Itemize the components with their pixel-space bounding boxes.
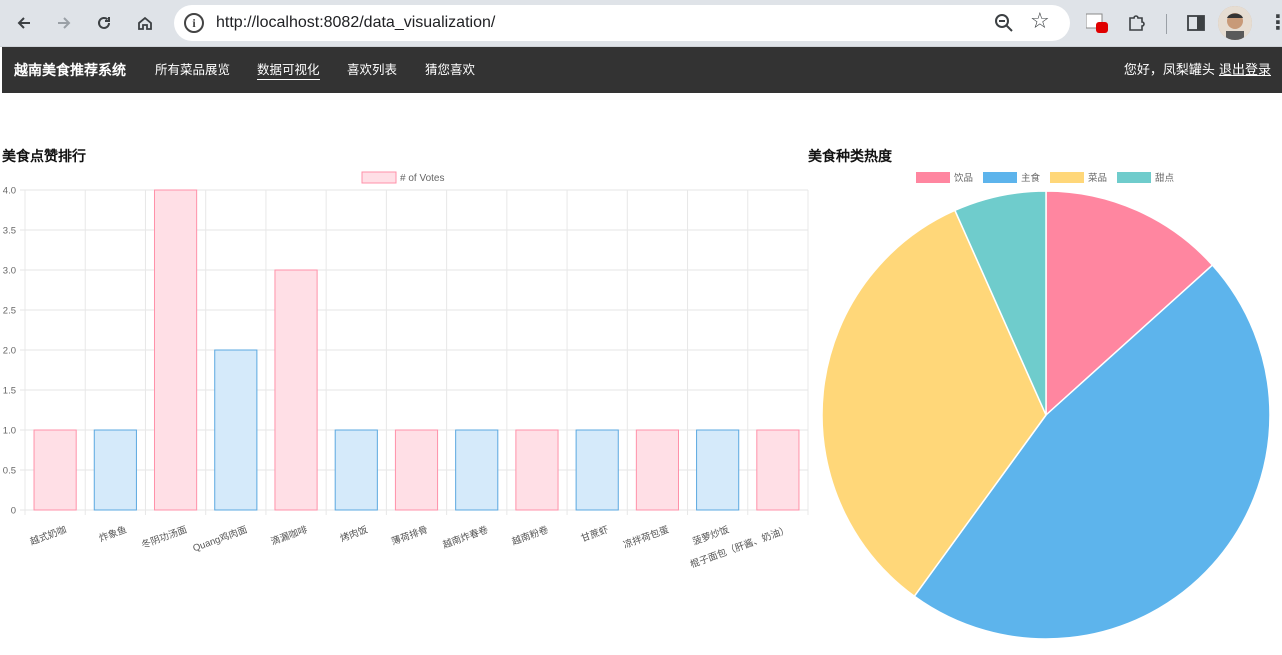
brand-title[interactable]: 越南美食推荐系统 [14,47,126,95]
back-icon[interactable] [10,9,38,37]
y-tick-label: 2.0 [3,346,16,357]
url-text[interactable]: http://localhost:8082/data_visualization… [216,5,495,41]
legend-swatch [983,172,1017,183]
y-tick-label: 0 [11,506,16,517]
y-tick-label: 0.5 [3,466,16,477]
y-tick-label: 4.0 [3,186,16,197]
x-tick-label: 薄荷排骨 [390,524,430,548]
side-panel-icon[interactable] [1186,13,1206,33]
nav-recommendations[interactable]: 猜您喜欢 [425,47,475,93]
y-tick-label: 1.0 [3,426,16,437]
info-icon[interactable]: i [184,13,204,33]
forward-icon[interactable] [50,9,78,37]
browser-menu-icon[interactable]: ⋮ [1268,10,1282,36]
pie-chart-title: 美食种类热度 [808,149,892,165]
bookmark-star-icon[interactable]: ☆ [1030,9,1050,34]
y-tick-label: 2.5 [3,306,16,317]
legend-swatch [916,172,950,183]
bar [33,429,77,511]
legend-swatch [361,171,397,184]
profile-avatar[interactable] [1218,6,1252,40]
x-tick-label: Quang鸡肉面 [191,524,249,555]
bar [515,429,559,511]
reload-icon[interactable] [90,9,118,37]
x-tick-label: 炸象鱼 [97,524,128,545]
legend-swatch [1117,172,1151,183]
x-tick-label: 越南粉卷 [510,523,550,547]
legend-label: 主食 [1021,172,1041,184]
browser-toolbar: i http://localhost:8082/data_visualizati… [0,0,1282,47]
bar [696,429,740,511]
legend-label: # of Votes [400,173,444,184]
bar [153,189,198,511]
x-tick-label: 甘蔗虾 [579,523,610,544]
nav-data-visualization[interactable]: 数据可视化 [257,47,320,93]
x-tick-label: 凉拌荷包蛋 [622,523,671,551]
legend-swatch [1050,172,1084,183]
legend-label: 甜点 [1155,172,1175,184]
x-tick-label: 越式奶咖 [28,524,68,548]
legend-label: 菜品 [1088,172,1107,184]
x-tick-label: 烤肉饭 [338,523,369,544]
nav-favorites[interactable]: 喜欢列表 [347,47,397,93]
pie-chart: 饮品 主食 菜品 甜点 [821,172,1271,640]
bar-chart-title: 美食点赞排行 [2,149,86,165]
home-icon[interactable] [131,9,159,37]
app-navbar: 越南美食推荐系统 所有菜品展览 数据可视化 喜欢列表 猜您喜欢 您好，凤梨罐头 … [2,47,1282,93]
user-greeting: 您好，凤梨罐头 退出登录 [1123,63,1271,78]
x-tick-label: 滴漏咖啡 [269,523,309,547]
x-tick-label: 冬阴功汤面 [140,524,189,552]
bar-chart: # of Votes 0 0.5 1.0 1.5 2.0 2.5 3.0 3.5 4.0 越式奶咖 炸… [3,171,809,571]
y-tick-label: 3.0 [3,266,16,277]
x-tick-label: 棍子面包（肝酱、奶油） [689,524,791,571]
bar [334,429,378,511]
nav-all-dishes[interactable]: 所有菜品展览 [155,47,230,93]
x-tick-label: 越南炸春卷 [441,523,490,551]
bar [93,429,137,511]
bar [274,269,318,511]
extensions-puzzle-icon[interactable] [1126,12,1148,34]
pie-legend: 饮品 主食 菜品 甜点 [916,172,1175,184]
y-tick-label: 3.5 [3,226,16,237]
bar [214,349,258,511]
bar [756,429,800,511]
toolbar-separator [1166,14,1167,34]
bar [635,429,680,511]
legend-label: 饮品 [954,172,973,184]
bar-legend: # of Votes [361,171,444,184]
logout-link[interactable]: 退出登录 [1219,63,1271,78]
translate-extension-icon[interactable] [1085,12,1110,34]
x-tick-label: 菠萝炒饭 [691,523,731,547]
bar [575,429,619,511]
bar [455,429,499,511]
zoom-icon[interactable] [992,11,1016,35]
bar [394,429,439,511]
address-bar[interactable]: i http://localhost:8082/data_visualizati… [174,5,1070,41]
y-tick-label: 1.5 [3,386,16,397]
